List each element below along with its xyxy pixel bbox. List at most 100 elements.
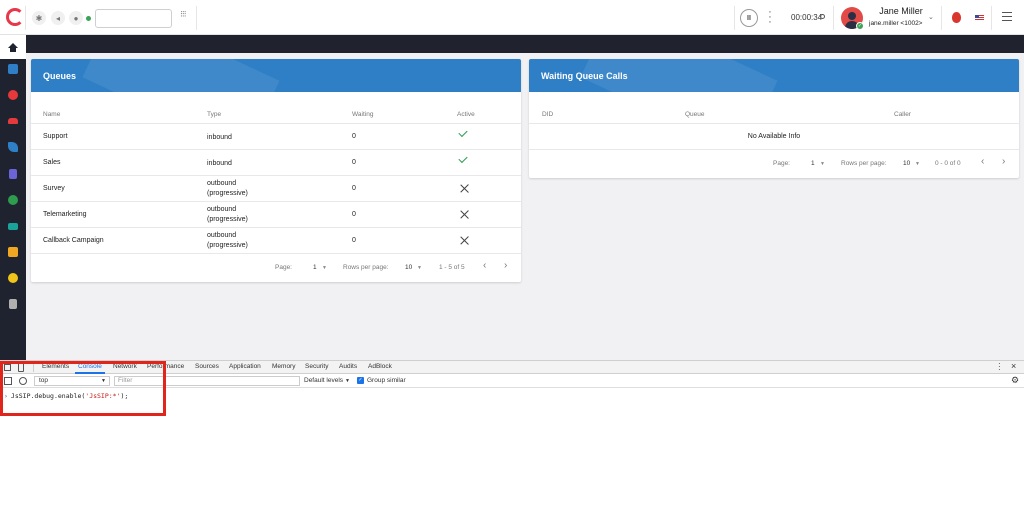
sidebar-item-mail[interactable] — [0, 214, 26, 238]
pagination: Page: 1 ▼ Rows per page: 10 ▼ 1 - 5 of 5… — [31, 253, 521, 282]
divider — [25, 6, 26, 30]
chevron-left-icon[interactable]: ‹ — [483, 260, 486, 271]
divider — [833, 6, 834, 30]
kebab-icon[interactable]: · · · — [767, 7, 773, 28]
logo-icon[interactable] — [6, 8, 24, 26]
mic-icon[interactable]: ● — [69, 11, 83, 25]
check-icon — [458, 127, 468, 138]
queue-type: inbound — [207, 160, 232, 167]
queue-name: Telemarketing — [43, 211, 87, 218]
sidebar-item-sync[interactable] — [0, 266, 26, 290]
waiting-card-header: Waiting Queue Calls — [529, 59, 1019, 92]
page-label: Page: — [773, 160, 790, 167]
user-extension: jane.miller <1002> — [869, 20, 923, 27]
table-row[interactable]: Callback Campaign outbound (progressive) … — [31, 227, 521, 253]
chevron-right-icon[interactable]: › — [1002, 156, 1005, 167]
chevron-down-icon[interactable]: ⌄ — [928, 13, 934, 21]
column-header-did[interactable]: DID — [542, 111, 553, 118]
column-header-caller[interactable]: Caller — [894, 111, 911, 118]
empty-row: No Available Info — [529, 123, 1019, 149]
fire-icon[interactable] — [952, 12, 961, 23]
calculator-icon — [9, 299, 17, 309]
kebab-icon[interactable]: · · · — [998, 360, 1001, 374]
tab-application[interactable]: Application — [229, 363, 261, 370]
sidebar-item-users[interactable] — [0, 109, 26, 133]
sidebar-item-dashboard[interactable] — [0, 57, 26, 81]
empty-message: No Available Info — [747, 133, 801, 140]
queues-card-header: Queues — [31, 59, 521, 92]
page-select[interactable]: 1 — [811, 160, 815, 167]
tab-security[interactable]: Security — [305, 363, 328, 370]
page-select[interactable]: 1 — [313, 264, 317, 271]
main-content: Queues Name Type Waiting Active Support … — [26, 53, 1024, 360]
sidebar-item-home[interactable] — [0, 35, 26, 59]
waiting-calls-card: Waiting Queue Calls DID Queue Caller No … — [529, 59, 1019, 178]
user-name[interactable]: Jane Miller — [870, 6, 932, 16]
check-icon — [458, 153, 468, 164]
table-row[interactable]: Sales inbound 0 — [31, 149, 521, 175]
cross-icon — [460, 210, 469, 219]
sidebar-item-calls[interactable] — [0, 135, 26, 159]
sidebar-item-contacts[interactable] — [0, 83, 26, 107]
tab-sources[interactable]: Sources — [195, 363, 219, 370]
cross-icon — [460, 184, 469, 193]
header-strip — [26, 35, 1024, 53]
status-indicator — [86, 16, 91, 21]
queue-type: outbound (progressive) — [207, 206, 248, 223]
us-flag-icon[interactable] — [975, 15, 984, 21]
queue-type: outbound (progressive) — [207, 180, 248, 197]
divider — [941, 6, 942, 30]
rows-per-page-label: Rows per page: — [343, 264, 389, 271]
dialpad-icon[interactable]: ⁝⁝⁝ — [180, 10, 187, 19]
page-range: 1 - 5 of 5 — [439, 264, 465, 271]
users-icon — [8, 118, 18, 124]
pause-icon[interactable]: II — [740, 9, 758, 27]
close-icon[interactable]: × — [1011, 361, 1016, 371]
column-header-type[interactable]: Type — [207, 111, 221, 118]
queue-type: outbound (progressive) — [207, 232, 248, 249]
menu-icon[interactable] — [1002, 12, 1012, 21]
tab-audits[interactable]: Audits — [339, 363, 357, 370]
table-row[interactable]: Support inbound 0 — [31, 123, 521, 149]
column-header-queue[interactable]: Queue — [685, 111, 705, 118]
sidebar-item-reports[interactable] — [0, 162, 26, 186]
clipboard-icon — [9, 169, 17, 179]
chevron-down-icon[interactable]: ▼ — [322, 265, 327, 271]
tab-memory[interactable]: Memory — [272, 363, 295, 370]
cross-icon — [460, 236, 469, 245]
queue-waiting: 0 — [352, 185, 356, 192]
tab-adblock[interactable]: AdBlock — [368, 363, 392, 370]
log-levels-select[interactable]: Default levels — [304, 377, 343, 384]
call-timer: 00:00:34 — [791, 13, 823, 22]
column-header-waiting[interactable]: Waiting — [352, 111, 373, 118]
chevron-down-icon[interactable]: ▼ — [345, 378, 350, 384]
group-similar-checkbox[interactable]: ✓ — [357, 377, 364, 384]
queues-title: Queues — [43, 71, 77, 81]
chevron-right-icon[interactable]: › — [504, 260, 507, 271]
chevron-down-icon[interactable]: ▼ — [820, 161, 825, 167]
volume-icon[interactable]: ◂ — [51, 11, 65, 25]
divider — [734, 6, 735, 30]
column-header-active[interactable]: Active — [457, 111, 475, 118]
chevron-left-icon[interactable]: ‹ — [981, 156, 984, 167]
highlight-box — [0, 361, 166, 416]
sidebar — [0, 35, 26, 360]
table-row[interactable]: Telemarketing outbound (progressive) 0 — [31, 201, 521, 227]
online-status-icon: ✓ — [856, 22, 864, 30]
dial-input[interactable] — [95, 9, 172, 28]
rows-per-page-select[interactable]: 10 — [405, 264, 412, 271]
dashboard-icon — [8, 64, 18, 74]
chevron-down-icon[interactable]: ▼ — [915, 161, 920, 167]
table-row[interactable]: Survey outbound (progressive) 0 — [31, 175, 521, 201]
chevron-down-icon[interactable]: ▼ — [417, 265, 422, 271]
bug-icon[interactable]: ✱ — [32, 11, 46, 25]
sidebar-item-messages[interactable] — [0, 240, 26, 264]
sidebar-item-calculator[interactable] — [0, 292, 26, 316]
sidebar-item-chat[interactable] — [0, 188, 26, 212]
column-header-name[interactable]: Name — [43, 111, 60, 118]
gear-icon[interactable]: ⚙ — [1011, 375, 1019, 386]
rows-per-page-select[interactable]: 10 — [903, 160, 910, 167]
timer-icon — [820, 14, 825, 19]
queue-waiting: 0 — [352, 211, 356, 218]
pagination: Page: 1 ▼ Rows per page: 10 ▼ 0 - 0 of 0… — [529, 149, 1019, 178]
